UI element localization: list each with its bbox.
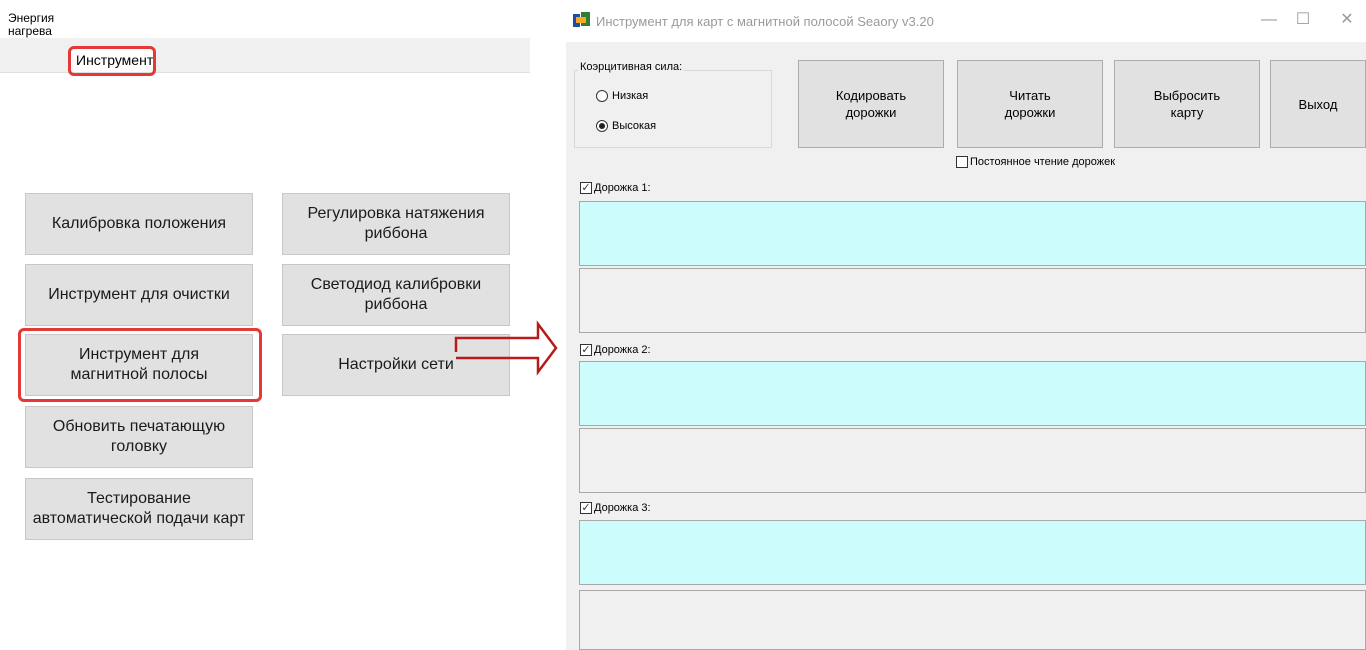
app-icon <box>573 12 590 27</box>
track-1-checkbox[interactable]: ✓ <box>580 182 592 194</box>
tab-heating-energy[interactable]: Энергия нагрева <box>8 12 68 38</box>
position-calibration-button[interactable]: Калибровка положения <box>25 193 253 255</box>
track-3-option[interactable]: ✓ Дорожка 3: <box>580 502 651 514</box>
track-2-secondary-field[interactable] <box>579 428 1366 493</box>
radio-low-button[interactable] <box>596 90 608 102</box>
radio-high-button[interactable] <box>596 120 608 132</box>
radio-low[interactable]: Низкая <box>596 90 648 102</box>
track-3-data-field[interactable] <box>579 520 1366 585</box>
exit-button[interactable]: Выход <box>1270 60 1366 148</box>
tab-tool-highlight <box>68 46 156 76</box>
minimize-icon[interactable]: — <box>1254 8 1284 32</box>
ribbon-tension-button[interactable]: Регулировка натяжения риббона <box>282 193 510 255</box>
radio-low-label: Низкая <box>612 90 649 102</box>
window-title: Инструмент для карт с магнитной полосой … <box>596 14 934 29</box>
track-2-option[interactable]: ✓ Дорожка 2: <box>580 344 651 356</box>
coercivity-label: Коэрцитивная сила: <box>578 61 685 73</box>
track-2-data-field[interactable] <box>579 361 1366 426</box>
track-3-secondary-field[interactable] <box>579 590 1366 650</box>
track-1-secondary-field[interactable] <box>579 268 1366 333</box>
update-printhead-button[interactable]: Обновить печатающую головку <box>25 406 253 468</box>
coercivity-group <box>574 70 772 148</box>
autofeed-test-button[interactable]: Тестирование автоматической подачи карт <box>25 478 253 540</box>
title-bar: Инструмент для карт с магнитной полосой … <box>566 0 1366 42</box>
pointer-arrow-icon <box>454 320 558 376</box>
radio-high-label: Высокая <box>612 120 657 132</box>
track-3-label: Дорожка 3: <box>594 502 651 514</box>
magnetic-stripe-highlight <box>18 328 262 402</box>
continuous-read-option[interactable]: Постоянное чтение дорожек <box>956 156 1115 168</box>
close-icon[interactable]: ✕ <box>1332 8 1362 32</box>
track-2-checkbox[interactable]: ✓ <box>580 344 592 356</box>
magnetic-stripe-window: Инструмент для карт с магнитной полосой … <box>566 0 1366 650</box>
track-3-checkbox[interactable]: ✓ <box>580 502 592 514</box>
eject-card-button[interactable]: Выбросить карту <box>1114 60 1260 148</box>
continuous-read-label: Постоянное чтение дорожек <box>970 156 1116 168</box>
encode-tracks-button[interactable]: Кодировать дорожки <box>798 60 944 148</box>
track-1-data-field[interactable] <box>579 201 1366 266</box>
continuous-read-checkbox[interactable] <box>956 156 968 168</box>
radio-high[interactable]: Высокая <box>596 120 656 132</box>
track-2-label: Дорожка 2: <box>594 344 651 356</box>
ribbon-calibration-led-button[interactable]: Светодиод калибровки риббона <box>282 264 510 326</box>
read-tracks-button[interactable]: Читать дорожки <box>957 60 1103 148</box>
cleaning-tool-button[interactable]: Инструмент для очистки <box>25 264 253 326</box>
maximize-icon[interactable]: ☐ <box>1288 8 1318 32</box>
track-1-option[interactable]: ✓ Дорожка 1: <box>580 182 651 194</box>
track-1-label: Дорожка 1: <box>594 182 651 194</box>
